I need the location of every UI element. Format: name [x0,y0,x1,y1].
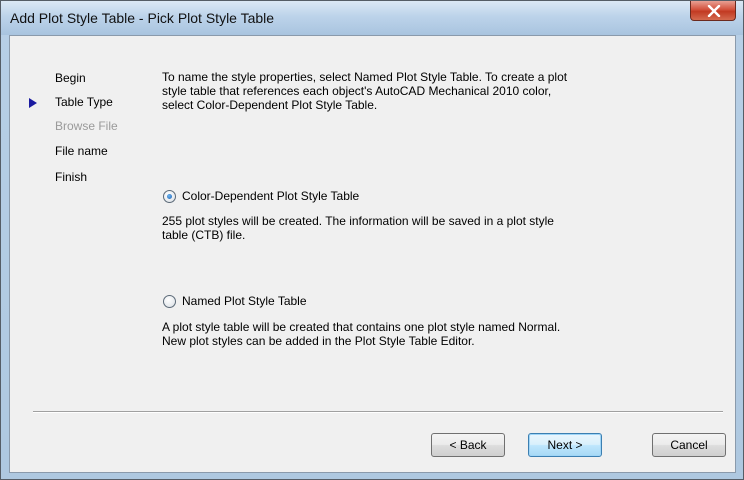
radio-color-dependent[interactable]: Color-Dependent Plot Style Table [163,189,359,203]
step-table-type: Table Type [55,95,113,109]
next-button[interactable]: Next > [528,433,602,457]
radio-named-indicator[interactable] [163,294,176,308]
right-triangle-icon [29,98,37,108]
back-button[interactable]: < Back [431,433,505,457]
cancel-button[interactable]: Cancel [652,433,726,457]
intro-text: To name the style properties, select Nam… [162,70,568,112]
radio-color-dependent-indicator[interactable] [163,189,176,203]
color-dependent-description: 255 plot styles will be created. The inf… [162,214,554,242]
close-x-icon [707,5,721,17]
step-file-name: File name [55,144,108,158]
dialog-window: Add Plot Style Table - Pick Plot Style T… [0,0,744,480]
step-begin: Begin [55,71,86,85]
step-finish: Finish [55,170,88,184]
named-description: A plot style table will be created that … [162,320,561,348]
step-browse-file: Browse File [55,119,118,133]
window-title: Add Plot Style Table - Pick Plot Style T… [10,10,275,26]
dialog-body: Begin Table Type Browse File File name F… [9,35,736,473]
title-bar[interactable]: Add Plot Style Table - Pick Plot Style T… [1,1,743,35]
radio-named[interactable]: Named Plot Style Table [163,294,307,308]
separator [33,411,723,413]
close-button[interactable] [690,1,736,21]
radio-named-label[interactable]: Named Plot Style Table [182,294,307,308]
radio-color-dependent-label[interactable]: Color-Dependent Plot Style Table [182,189,359,203]
